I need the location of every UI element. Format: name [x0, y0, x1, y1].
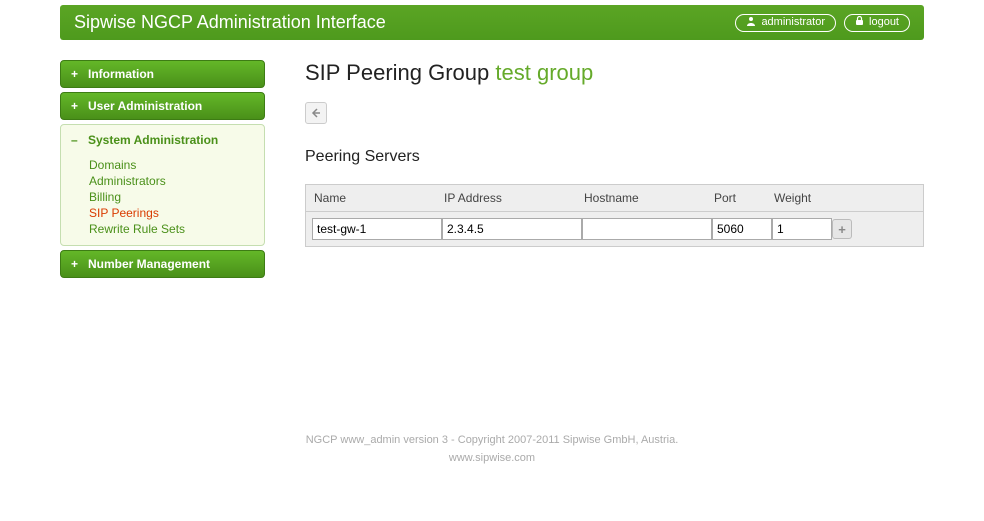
- add-button[interactable]: +: [832, 219, 852, 239]
- user-button-label: administrator: [761, 16, 825, 28]
- sidebar-subitem-billing[interactable]: Billing: [89, 189, 264, 205]
- col-header-host: Hostname: [576, 185, 706, 211]
- table-row: +: [306, 212, 923, 246]
- sidebar-item-label: Information: [88, 67, 154, 81]
- sidebar-submenu: Domains Administrators Billing SIP Peeri…: [61, 153, 264, 237]
- page-title: SIP Peering Group test group: [305, 60, 924, 86]
- sidebar-item-user-administration[interactable]: + User Administration: [60, 92, 265, 120]
- sidebar-item-label: Number Management: [88, 257, 210, 271]
- col-header-weight: Weight: [766, 185, 826, 211]
- plus-icon: +: [71, 257, 83, 271]
- col-header-port: Port: [706, 185, 766, 211]
- sidebar-item-label: User Administration: [88, 99, 202, 113]
- section-title: Peering Servers: [305, 148, 924, 166]
- peering-servers-table: Name IP Address Hostname Port Weight +: [305, 184, 924, 247]
- footer-line-2: www.sipwise.com: [0, 450, 984, 468]
- footer-line-1: NGCP www_admin version 3 - Copyright 200…: [0, 432, 984, 450]
- port-input[interactable]: [712, 218, 772, 240]
- main-content: SIP Peering Group test group Peering Ser…: [305, 60, 924, 282]
- sidebar-subitem-sip-peerings[interactable]: SIP Peerings: [89, 205, 264, 221]
- app-title: Sipwise NGCP Administration Interface: [74, 12, 727, 33]
- ip-input[interactable]: [442, 218, 582, 240]
- user-icon: [746, 16, 756, 29]
- logout-button-label: logout: [869, 16, 899, 28]
- sidebar-item-number-management[interactable]: + Number Management: [60, 250, 265, 278]
- app-header: Sipwise NGCP Administration Interface ad…: [60, 5, 924, 40]
- page-title-group-name: test group: [495, 60, 593, 85]
- sidebar: + Information + User Administration – Sy…: [60, 60, 265, 282]
- user-button[interactable]: administrator: [735, 14, 836, 32]
- minus-icon: –: [71, 133, 83, 147]
- logout-button[interactable]: logout: [844, 14, 910, 32]
- name-input[interactable]: [312, 218, 442, 240]
- plus-icon: +: [838, 222, 846, 237]
- weight-input[interactable]: [772, 218, 832, 240]
- table-header-row: Name IP Address Hostname Port Weight: [306, 185, 923, 212]
- plus-icon: +: [71, 99, 83, 113]
- lock-icon: [855, 16, 864, 29]
- sidebar-item-header[interactable]: – System Administration: [61, 125, 264, 153]
- back-button[interactable]: [305, 102, 327, 124]
- footer: NGCP www_admin version 3 - Copyright 200…: [0, 432, 984, 467]
- col-header-ip: IP Address: [436, 185, 576, 211]
- hostname-input[interactable]: [582, 218, 712, 240]
- sidebar-subitem-domains[interactable]: Domains: [89, 157, 264, 173]
- plus-icon: +: [71, 67, 83, 81]
- sidebar-item-information[interactable]: + Information: [60, 60, 265, 88]
- sidebar-item-label: System Administration: [88, 133, 218, 147]
- arrow-left-icon: [311, 108, 321, 118]
- sidebar-item-system-administration: – System Administration Domains Administ…: [60, 124, 265, 246]
- page-title-prefix: SIP Peering Group: [305, 60, 489, 85]
- col-header-name: Name: [306, 185, 436, 211]
- sidebar-subitem-rewrite-rule-sets[interactable]: Rewrite Rule Sets: [89, 221, 264, 237]
- sidebar-subitem-administrators[interactable]: Administrators: [89, 173, 264, 189]
